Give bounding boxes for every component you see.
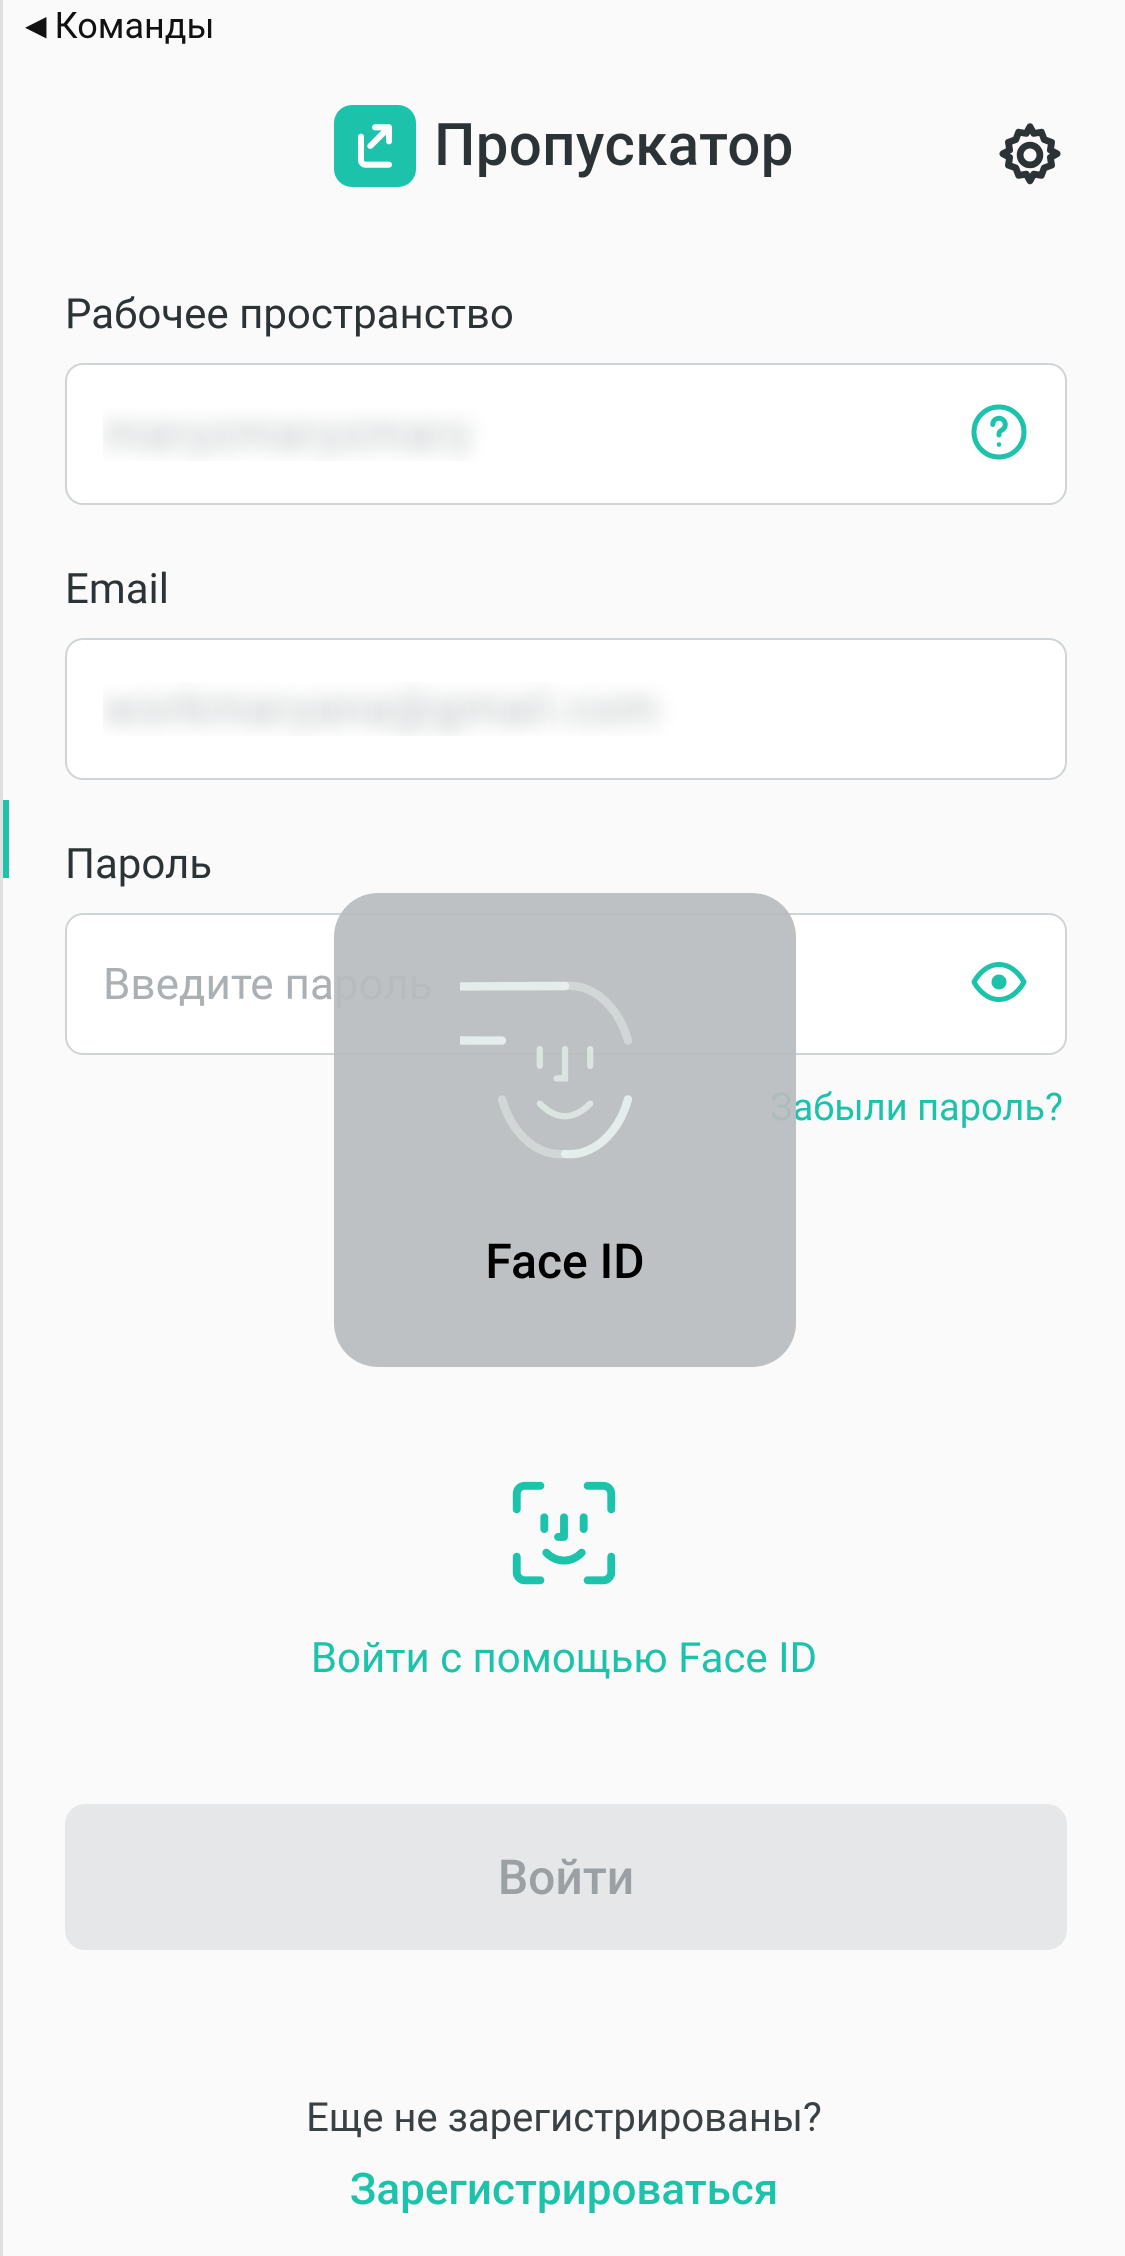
faceid-icon — [501, 1470, 627, 1600]
eye-icon — [969, 952, 1029, 1016]
workspace-label: Рабочее пространство — [65, 290, 1067, 339]
email-label: Email — [65, 565, 1067, 614]
back-label: Команды — [55, 5, 215, 47]
workspace-input[interactable] — [65, 363, 1067, 505]
email-input[interactable] — [65, 638, 1067, 780]
back-link[interactable]: ◀ Команды — [25, 5, 214, 47]
faceid-popup-label: Face ID — [485, 1233, 644, 1290]
register-prompt: Еще не зарегистрированы? — [3, 2094, 1125, 2141]
faceid-scan-icon — [460, 965, 670, 1179]
app-logo-icon — [334, 105, 416, 187]
settings-button[interactable] — [991, 118, 1069, 196]
faceid-popup: Face ID — [334, 893, 796, 1367]
login-button[interactable]: Войти — [65, 1804, 1067, 1950]
app-title: Пропускатор — [434, 112, 794, 180]
faceid-login-button[interactable]: Войти с помощью Face ID — [3, 1470, 1125, 1683]
toggle-password-visibility[interactable] — [967, 952, 1031, 1016]
back-caret-icon: ◀ — [25, 12, 47, 40]
workspace-help-button[interactable] — [967, 402, 1031, 466]
gear-icon — [993, 118, 1067, 196]
register-link[interactable]: Зарегистрироваться — [3, 2163, 1125, 2215]
forgot-password-link[interactable]: Забыли пароль? — [770, 1086, 1063, 1130]
password-label: Пароль — [65, 840, 1067, 889]
help-icon — [969, 402, 1029, 466]
side-indicator — [3, 800, 9, 878]
faceid-login-label: Войти с помощью Face ID — [311, 1634, 817, 1683]
